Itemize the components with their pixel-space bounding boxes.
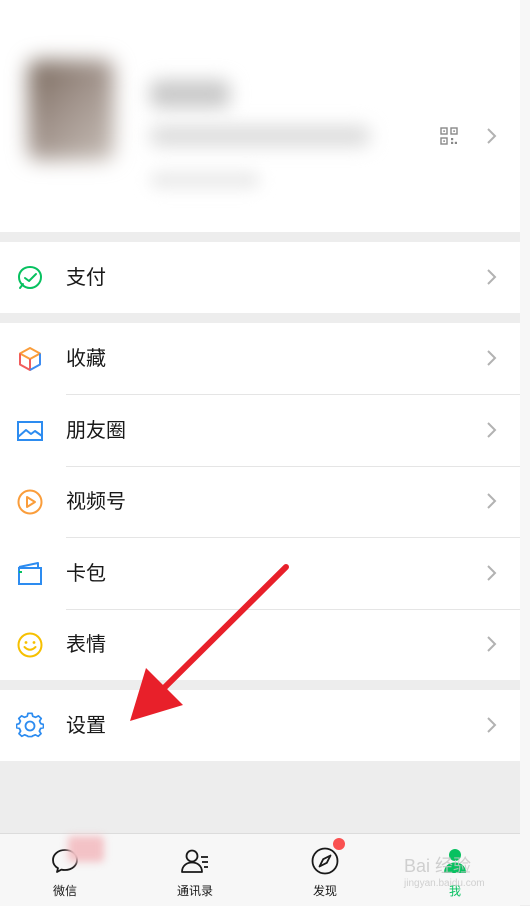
contacts-icon (181, 849, 208, 873)
watermark-subtext: jingyan.baidu.com (404, 878, 485, 889)
features-group: 收藏 朋友圈 视频号 卡包 表情 (0, 323, 520, 680)
badge-blurred (68, 836, 104, 862)
chevron-right-icon (487, 565, 497, 581)
smiley-icon (17, 632, 43, 658)
favorites-cube-icon (19, 347, 41, 371)
channels-play-icon (17, 489, 43, 515)
qr-code-icon[interactable] (440, 127, 458, 145)
card-wallet-icon (18, 562, 42, 585)
chevron-right-icon (487, 493, 497, 509)
menu-item-channels[interactable]: 视频号 (0, 466, 520, 537)
chevron-right-icon (487, 128, 497, 144)
tab-contacts[interactable]: 通讯录 (130, 834, 260, 906)
menu-item-label: 表情 (66, 632, 106, 656)
notification-badge (333, 838, 345, 850)
profile-name-blurred (150, 80, 230, 108)
gear-icon (16, 712, 44, 738)
profile-id-blurred (150, 126, 370, 146)
menu-item-moments[interactable]: 朋友圈 (0, 395, 520, 466)
chevron-right-icon (487, 269, 497, 285)
menu-item-label: 设置 (66, 713, 106, 737)
tab-label: 发现 (312, 884, 337, 898)
menu-item-label: 卡包 (66, 561, 106, 585)
menu-item-label: 视频号 (66, 489, 126, 513)
watermark-text: Bai 经验 (404, 856, 472, 876)
menu-item-settings[interactable]: 设置 (0, 690, 520, 761)
settings-group: 设置 (0, 690, 520, 761)
chevron-right-icon (487, 350, 497, 366)
tab-discover[interactable]: 发现 (260, 834, 390, 906)
profile-header[interactable] (0, 0, 520, 232)
avatar[interactable] (28, 60, 114, 160)
pay-group: 支付 (0, 242, 520, 313)
tab-label: 通讯录 (176, 884, 213, 898)
pay-icon (17, 265, 43, 290)
profile-status-blurred (150, 172, 260, 188)
menu-item-label: 收藏 (66, 346, 106, 370)
chevron-right-icon (487, 636, 497, 652)
compass-icon (311, 847, 339, 875)
menu-item-pay[interactable]: 支付 (0, 242, 520, 313)
menu-item-label: 支付 (66, 265, 106, 289)
menu-item-label: 朋友圈 (66, 418, 126, 442)
watermark-logo: Bai 经验 jingyan.baidu.com (404, 852, 514, 892)
menu-item-stickers[interactable]: 表情 (0, 609, 520, 680)
moments-image-icon (17, 421, 43, 441)
menu-item-cards[interactable]: 卡包 (0, 538, 520, 609)
tab-chats[interactable]: 微信 (0, 834, 130, 906)
chevron-right-icon (487, 422, 497, 438)
tab-label: 微信 (52, 884, 77, 898)
menu-item-favorites[interactable]: 收藏 (0, 323, 520, 394)
scrollbar-track (520, 0, 530, 905)
chevron-right-icon (487, 717, 497, 733)
